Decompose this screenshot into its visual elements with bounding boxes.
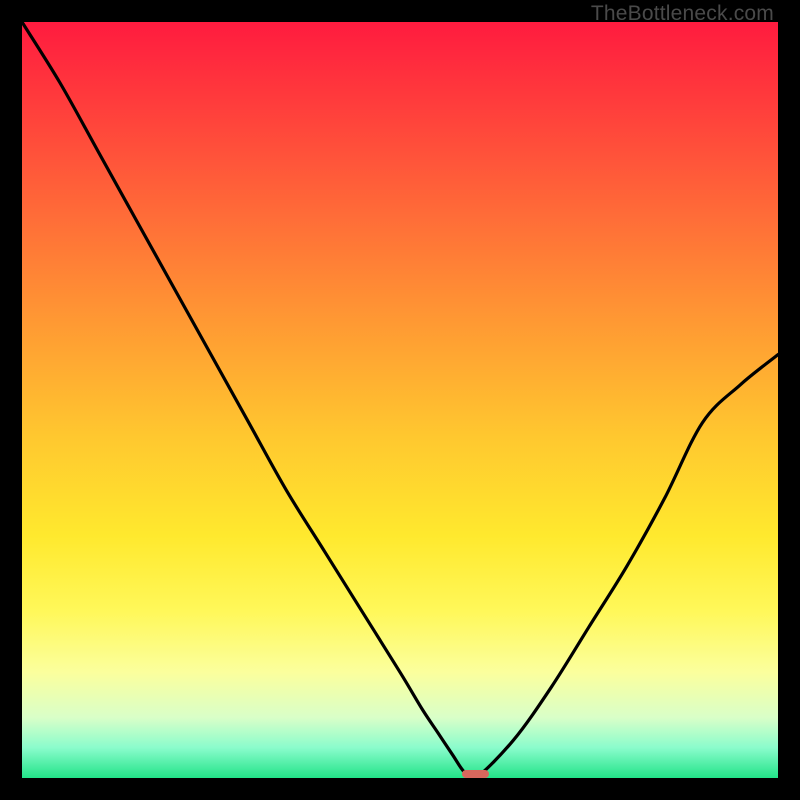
chart-frame: TheBottleneck.com [0, 0, 800, 800]
minimum-marker [462, 770, 488, 778]
plot-area [22, 22, 778, 778]
bottleneck-curve [22, 22, 778, 778]
